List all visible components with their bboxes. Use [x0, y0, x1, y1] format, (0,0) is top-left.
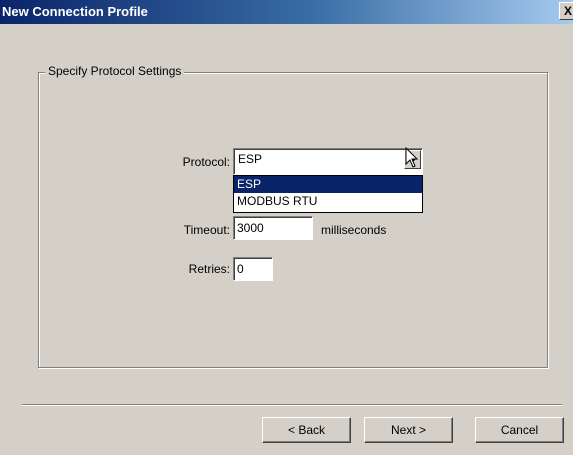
back-button[interactable]: < Back: [262, 417, 351, 443]
protocol-label: Protocol:: [182, 155, 230, 169]
cancel-button[interactable]: Cancel: [475, 417, 564, 443]
protocol-combobox[interactable]: ESP: [233, 148, 423, 175]
button-separator: [22, 404, 562, 406]
protocol-selected-value: ESP: [238, 152, 263, 166]
close-button[interactable]: X: [559, 2, 573, 20]
timeout-label: Timeout:: [183, 223, 230, 237]
protocol-option-esp[interactable]: ESP: [234, 176, 422, 193]
retries-label: Retries:: [188, 262, 230, 276]
timeout-input[interactable]: [234, 217, 312, 239]
protocol-dropdown-list[interactable]: ESP MODBUS RTU: [233, 175, 423, 213]
window-title: New Connection Profile: [2, 4, 148, 19]
mouse-pointer-icon: [405, 147, 419, 168]
retries-field[interactable]: [233, 257, 273, 281]
timeout-unit: milliseconds: [321, 223, 387, 237]
next-button[interactable]: Next >: [364, 417, 453, 443]
timeout-field[interactable]: [233, 216, 313, 240]
title-bar[interactable]: New Connection Profile X: [0, 0, 573, 24]
group-title: Specify Protocol Settings: [45, 64, 185, 78]
retries-input[interactable]: [234, 258, 272, 280]
protocol-option-modbus-rtu[interactable]: MODBUS RTU: [234, 193, 422, 210]
